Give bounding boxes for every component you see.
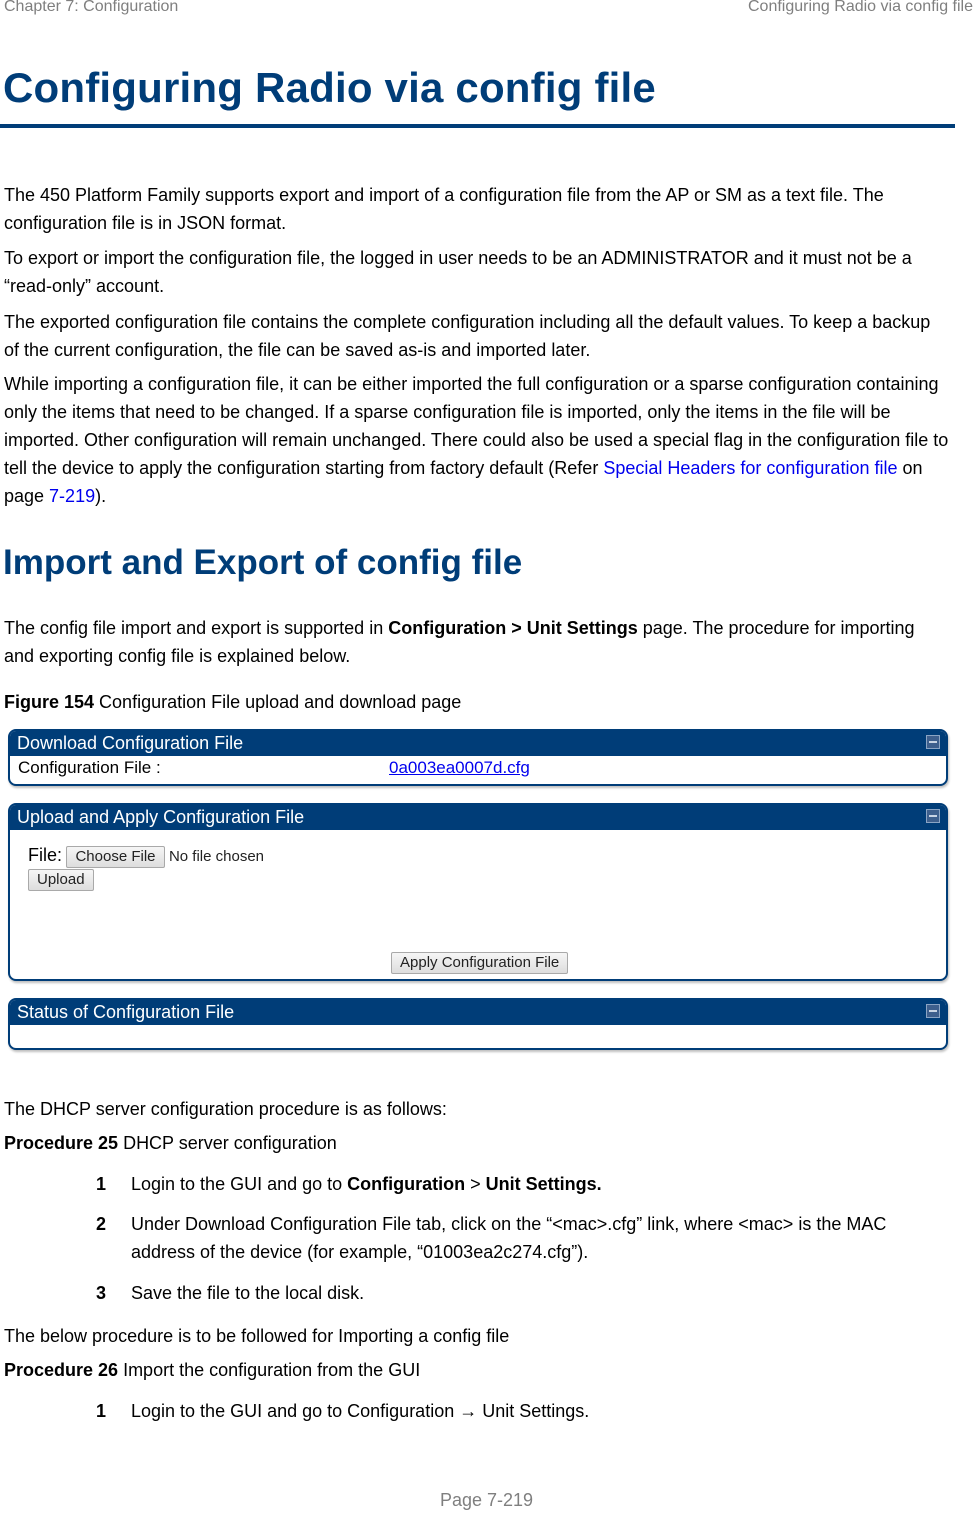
menu-item: Unit Settings. <box>485 1174 602 1194</box>
step-number: 2 <box>96 1214 107 1234</box>
intro-paragraph-2: To export or import the configuration fi… <box>4 248 912 296</box>
status-config-panel: Status of Configuration File <box>8 998 948 1050</box>
procedure-26-title: Procedure 26 Import the configuration fr… <box>4 1356 949 1384</box>
panel-title: Download Configuration File <box>17 733 244 753</box>
upload-button[interactable]: Upload <box>28 869 94 891</box>
procedure-title: Import the configuration from the GUI <box>118 1360 421 1380</box>
paragraph-text: ). <box>95 486 107 506</box>
step-text: Login to the GUI and go to Configuration… <box>131 1170 941 1198</box>
step-number: 1 <box>96 1174 107 1194</box>
panel-header: Status of Configuration File <box>10 1000 946 1025</box>
intro-paragraph-1: The 450 Platform Family supports export … <box>4 185 884 233</box>
panel-title: Upload and Apply Configuration File <box>17 807 305 827</box>
panel-title: Status of Configuration File <box>17 1002 235 1022</box>
section-title: Import and Export of config file <box>3 543 523 582</box>
minimize-icon[interactable] <box>926 735 940 749</box>
menu-item: Configuration <box>347 1174 466 1194</box>
procedure-label: Procedure 26 <box>4 1360 119 1380</box>
figure-label: Figure 154 <box>4 692 95 712</box>
special-headers-link[interactable]: Special Headers for configuration file <box>603 458 897 478</box>
menu-path: Configuration > Unit Settings <box>388 618 638 638</box>
minimize-icon[interactable] <box>926 1004 940 1018</box>
file-input-row: File: Choose File No file chosen <box>28 845 264 868</box>
step-text: Save the file to the local disk. <box>131 1283 365 1303</box>
step-text: Under Download Configuration File tab, c… <box>131 1214 887 1262</box>
figure-caption-text: Configuration File upload and download p… <box>94 692 462 712</box>
title-divider <box>0 124 955 128</box>
procedure-label: Procedure 25 <box>4 1133 119 1153</box>
no-file-chosen-text: No file chosen <box>168 848 265 865</box>
config-file-label: Configuration File : <box>18 758 161 777</box>
step-text: Login to the GUI and go to Configuration… <box>131 1401 590 1421</box>
section-label: Configuring Radio via config file <box>747 0 973 15</box>
paragraph-text: The config file import and export is sup… <box>4 618 389 638</box>
step-text-part: > <box>465 1174 486 1194</box>
minimize-icon[interactable] <box>926 809 940 823</box>
step-number: 1 <box>96 1401 107 1421</box>
figure-caption: Figure 154 Configuration File upload and… <box>4 692 461 713</box>
step-text-part: Login to the GUI and go to <box>131 1174 348 1194</box>
file-label: File: <box>28 845 63 865</box>
choose-file-button[interactable]: Choose File <box>66 846 165 868</box>
running-header: Chapter 7: Configuration Configuring Rad… <box>0 0 973 20</box>
procedure-25-title: Procedure 25 DHCP server configuration <box>4 1129 949 1157</box>
config-file-download-link[interactable]: 0a003ea0007d.cfg <box>389 756 530 780</box>
procedure-title: DHCP server configuration <box>118 1133 337 1153</box>
step-number: 3 <box>96 1283 107 1303</box>
dhcp-intro: The DHCP server configuration procedure … <box>4 1099 447 1119</box>
upload-config-panel: Upload and Apply Configuration File File… <box>8 803 948 981</box>
apply-config-button[interactable]: Apply Configuration File <box>391 952 569 974</box>
panel-header: Upload and Apply Configuration File <box>10 805 946 830</box>
config-file-row: Configuration File : 0a003ea0007d.cfg <box>10 756 946 780</box>
download-config-panel: Download Configuration File Configuratio… <box>8 729 948 786</box>
intro-paragraph-3: The exported configuration file contains… <box>4 312 931 360</box>
page-title: Configuring Radio via config file <box>3 64 656 111</box>
page-ref-link[interactable]: 7-219 <box>49 486 95 506</box>
sparse-config-paragraph: While importing a configuration file, it… <box>4 370 949 510</box>
import-intro: The below procedure is to be followed fo… <box>4 1326 510 1346</box>
chapter-label: Chapter 7: Configuration <box>4 0 179 15</box>
section-paragraph: The config file import and export is sup… <box>4 614 949 670</box>
page-number: Page 7-219 <box>439 1490 534 1510</box>
panel-header: Download Configuration File <box>10 731 946 756</box>
